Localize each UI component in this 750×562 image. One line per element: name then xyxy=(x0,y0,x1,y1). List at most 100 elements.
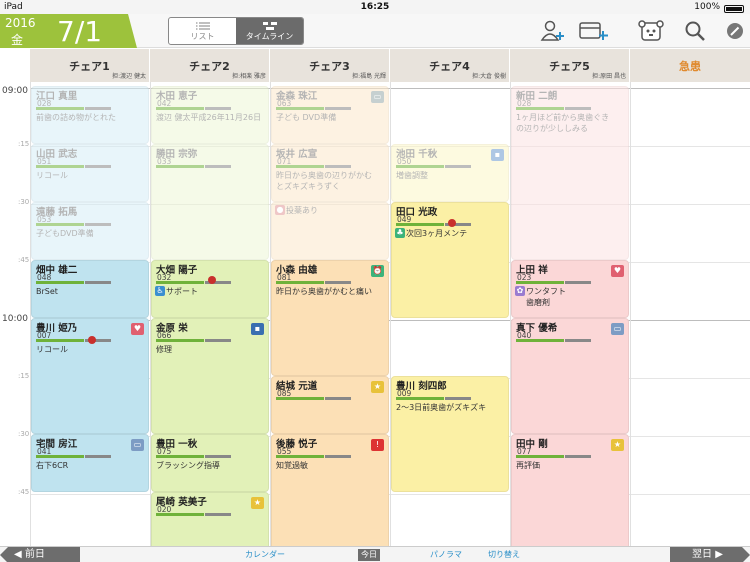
appointment-card[interactable]: 結城 元道 085 ★ xyxy=(271,376,389,434)
time-label: :45 xyxy=(18,488,30,496)
tab-list[interactable]: リスト xyxy=(169,18,236,44)
chair-1-header: チェア1 担:渡辺 健太 xyxy=(30,49,150,82)
appointment-note: 子ども DVD準備 xyxy=(276,113,337,122)
appointment-card[interactable]: 小森 由雄 081 昨日から奥歯がかむと痛い ⏰ xyxy=(271,260,389,376)
status-bar: iPad 16:25 100% xyxy=(0,0,750,14)
next-day-label: 翌日 xyxy=(692,549,712,560)
weekday: 金 xyxy=(11,33,24,47)
appointment-card[interactable]: 上田 祥 023 ワンタフト 歯磨剤 ✿ ♥ xyxy=(511,260,629,318)
medicine-icon: ● xyxy=(275,205,285,215)
appointment-card[interactable]: 尾崎 英美子 020 ★ xyxy=(151,492,269,550)
warning-icon: ! xyxy=(371,439,384,451)
appointment-note: ブラッシング指導 xyxy=(156,461,220,470)
prev-day-button[interactable]: ◀ 前日 xyxy=(0,547,80,562)
battery-percent: 100% xyxy=(694,2,720,12)
appointment-note: 知覚過敏 xyxy=(276,461,308,470)
time-label: 09:00 xyxy=(2,86,28,96)
time-label: 10:00 xyxy=(2,314,28,324)
tab-list-label: リスト xyxy=(190,31,215,41)
clover-icon: ♣ xyxy=(395,228,405,238)
year: 2016 xyxy=(5,16,36,30)
chair-2-header: チェア2 担:相楽 雅彦 xyxy=(150,49,270,82)
appointment-card[interactable]: 豊川 刻四郎 009 2〜3日前奥歯がズキズキ xyxy=(391,376,509,492)
tab-timeline[interactable]: タイムライン xyxy=(236,18,303,44)
appointment-card[interactable]: 田中 剛 077 再評価 ★ xyxy=(511,434,629,554)
appointment-note: 修理 xyxy=(156,345,172,354)
appointment-note: 次回3ヶ月メンテ xyxy=(406,229,468,238)
chair-staff: 担:原田 昌也 xyxy=(592,73,626,80)
appointment-card[interactable]: 豊田 一秋 075 ブラッシング指導 xyxy=(151,434,269,492)
appointment-card[interactable]: 遠藤 拓馬 053 子どもDVD準備 xyxy=(31,202,149,260)
calendar-link[interactable]: カレンダー xyxy=(245,549,285,560)
support-icon: ♿ xyxy=(155,286,165,296)
today-button[interactable]: 今日 xyxy=(358,549,380,561)
alarm-icon: ⏰ xyxy=(371,265,384,277)
alert-dot xyxy=(88,336,96,344)
timeline-icon xyxy=(262,21,277,30)
time-label: :15 xyxy=(18,372,30,380)
tab-timeline-label: タイムライン xyxy=(245,31,294,41)
appointment-note: リコール xyxy=(36,345,68,354)
message-icon: ▪ xyxy=(251,323,264,335)
list-icon xyxy=(195,21,210,30)
appointment-note: 1ヶ月ほど前から奥歯ぐき の辺りが少ししみる xyxy=(516,113,610,133)
chair-staff: 担:相楽 雅彦 xyxy=(232,73,266,80)
alert-dot xyxy=(448,219,456,227)
appointment-card[interactable]: 新田 二朗 028 1ヶ月ほど前から奥歯ぐき の辺りが少ししみる xyxy=(511,86,629,260)
panorama-link[interactable]: パノラマ xyxy=(430,549,462,560)
appointment-note: 右下6CR xyxy=(36,461,69,470)
car-icon: ▭ xyxy=(611,323,624,335)
urgent-label: 急患 xyxy=(679,60,701,73)
time-label: :30 xyxy=(18,198,30,206)
star-icon: ★ xyxy=(371,381,384,393)
battery-icon xyxy=(724,4,744,13)
chair-4-header: チェア4 担:大倉 俊樹 xyxy=(390,49,510,82)
app-root: iPad 16:25 100% 2016 金 7/1 リスト タイムライン チェ… xyxy=(0,0,750,562)
top-header: 2016 金 7/1 リスト タイムライン xyxy=(0,14,750,48)
appointment-card[interactable]: 後藤 悦子 055 知覚過敏 ! xyxy=(271,434,389,554)
appointment-note: BrSet xyxy=(36,287,58,296)
appointment-note: リコール xyxy=(36,171,68,180)
alert-dot xyxy=(208,276,216,284)
search-icon[interactable] xyxy=(680,18,710,44)
appointment-card[interactable]: 宅間 房江 041 右下6CR ▭ xyxy=(31,434,149,492)
appointment-card[interactable]: 池田 千秋 050 増歯調整 ▪ xyxy=(391,144,509,202)
date-badge[interactable]: 2016 金 7/1 xyxy=(0,14,137,48)
car-icon: ▭ xyxy=(131,439,144,451)
mascot-icon[interactable] xyxy=(636,18,666,44)
timeline-grid[interactable]: 09:00 :15 :30 :45 10:00 :15 :30 :45 江口 真… xyxy=(0,82,750,554)
appointment-card[interactable]: 金森 珠江 063 子ども DVD準備 ▭ xyxy=(271,86,389,144)
heart-icon: ♥ xyxy=(131,323,144,335)
appointment-card[interactable]: 豊川 姫乃 007 リコール ♥ xyxy=(31,318,149,434)
prev-day-label: 前日 xyxy=(24,549,45,560)
appointment-card[interactable]: 勝田 宗弥 033 xyxy=(151,144,269,260)
appointment-card[interactable]: 江口 真里 028 前歯の詰め物がとれた xyxy=(31,86,149,144)
appointment-card[interactable]: 田口 光政 049 次回3ヶ月メンテ ♣ xyxy=(391,202,509,318)
appointment-note: 前歯の詰め物がとれた xyxy=(36,113,116,122)
appointment-note: ワンタフト 歯磨剤 xyxy=(526,287,566,307)
add-card-icon[interactable] xyxy=(578,18,608,44)
appointment-note: 子どもDVD準備 xyxy=(36,229,94,238)
switch-link[interactable]: 切り替え xyxy=(488,549,520,560)
appointment-card[interactable]: 山田 武志 051 リコール xyxy=(31,144,149,202)
appointment-card[interactable]: 大畑 陽子 032 サポート ♿ xyxy=(151,260,269,318)
time-label: :45 xyxy=(18,256,30,264)
next-day-button[interactable]: 翌日 ▶ xyxy=(670,547,750,562)
appointment-note: 増歯調整 xyxy=(396,171,428,180)
appointment-card[interactable]: 坂井 広宣 071 昨日から奥歯の辺りがかむ とズキズキうずく xyxy=(271,144,389,202)
chair-5-header: チェア5 担:原田 昌也 xyxy=(510,49,630,82)
appointment-card[interactable]: 木田 恵子 042 渡辺 健太平成26年11月26日 xyxy=(151,86,269,144)
appointment-note: 昨日から奥歯の辺りがかむ とズキズキうずく xyxy=(276,171,372,191)
settings-icon[interactable] xyxy=(720,18,750,44)
time-label: :30 xyxy=(18,430,30,438)
bottom-bar: ◀ 前日 カレンダー 今日 パノラマ 切り替え 翌日 ▶ xyxy=(0,546,750,562)
appointment-note: 渡辺 健太平成26年11月26日 xyxy=(156,113,262,122)
appointment-card[interactable]: 畑中 雄二 048 BrSet xyxy=(31,260,149,318)
urgent-header: 急患 xyxy=(630,49,750,82)
appointment-note: 再評価 xyxy=(516,461,540,470)
add-patient-icon[interactable] xyxy=(538,18,568,44)
appointment-card[interactable]: 金原 栄 066 修理 ▪ xyxy=(151,318,269,434)
chair-staff: 担:渡辺 健太 xyxy=(112,73,146,80)
appointment-card[interactable]: 真下 優希 040 ▭ xyxy=(511,318,629,434)
appointment-card[interactable]: 投薬あり ● xyxy=(271,202,389,260)
